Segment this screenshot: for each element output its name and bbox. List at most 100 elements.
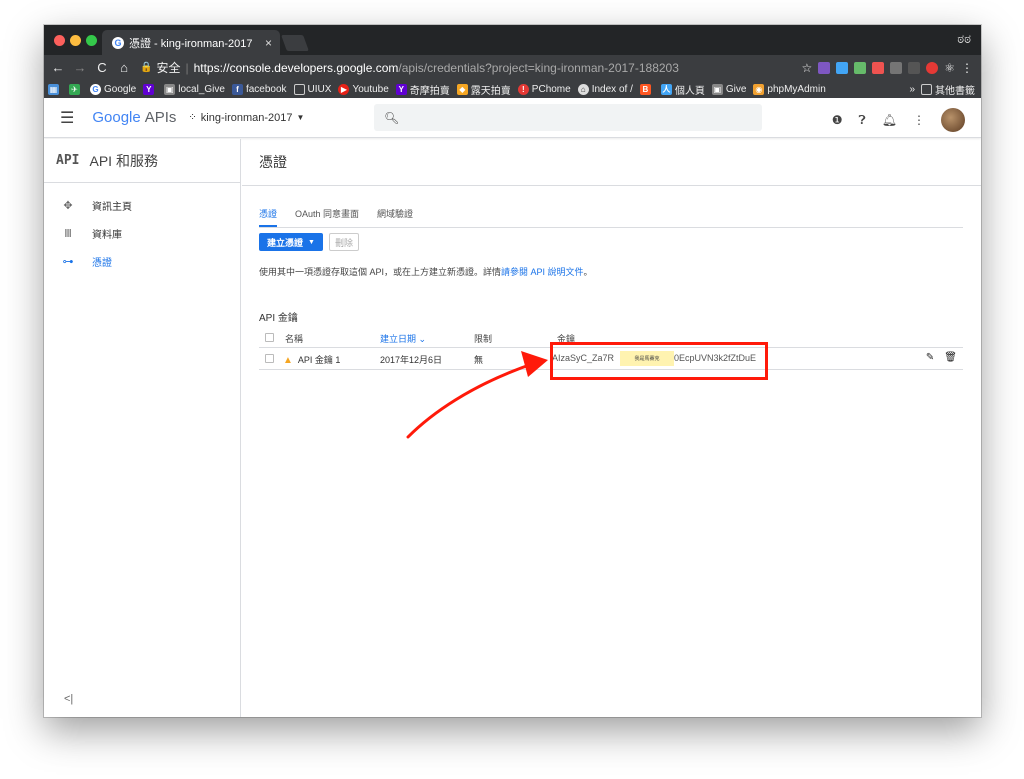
bookmarks-overflow[interactable]: » 其他書籤 [909,82,975,97]
bookmark-yahoo-icon[interactable]: Y [143,83,157,95]
google-logo-text: Google [92,109,141,126]
browser-menu-icon[interactable]: ⋮ [961,61,973,75]
tab-strip: G 憑證 - king-ironman-2017 × ಠಠ [44,25,981,55]
tab-credentials[interactable]: 憑證 [259,206,278,227]
notifications-icon[interactable]: 🔔︎ [882,113,897,127]
minimize-window-button[interactable] [70,35,81,46]
project-dots-icon: ⁘ [188,112,197,123]
sidebar: API API 和服務 ✥ 資訊主頁 Ⅲ 資料庫 ⊶ 憑證 <| [44,139,241,717]
sidebar-item-label: 憑證 [92,257,112,269]
action-bar: 建立憑證 ▼ 刪除 [259,233,359,251]
address-toolbar: ← → C ⌂ 🔒 安全 | https://console.developer… [44,55,981,80]
api-key-restriction: 無 [474,355,484,365]
api-keys-section-title: API 金鑰 [259,313,298,324]
google-favicon-icon: G [112,36,124,49]
bookmark-apps-icon[interactable]: ▦ [48,83,62,95]
search-input[interactable]: 🔍︎ [374,104,762,131]
sidebar-title-text: API 和服務 [89,152,158,169]
url-bar[interactable]: 🔒 安全 | https://console.developers.google… [140,59,679,76]
bookmark-facebook[interactable]: f facebook [231,83,287,95]
collapse-sidebar-icon[interactable]: <| [64,693,73,705]
extension-icon[interactable] [890,61,903,74]
bookmark-give[interactable]: ▣ Give [711,83,746,95]
row-checkbox[interactable] [265,354,274,363]
project-selector[interactable]: ⁘ king-ironman-2017 ▼ [188,112,304,124]
reload-icon[interactable]: C [94,60,110,75]
bookmark-profile[interactable]: 人個人頁 [660,82,705,97]
close-window-button[interactable] [54,35,65,46]
caret-down-icon: ▼ [308,238,315,246]
bookmark-local-give[interactable]: ▣ local_Give [164,83,225,95]
secure-label: 安全 [156,61,181,75]
sidebar-item-credentials[interactable]: ⊶ 憑證 [44,247,240,275]
tab-oauth-consent[interactable]: OAuth 同意畫面 [295,206,359,227]
extension-icon[interactable] [908,61,921,74]
incognito-icon: ಠಠ [957,31,971,46]
bookmark-maps-icon[interactable]: ✈ [69,83,83,95]
bookmark-youtube[interactable]: ▶ Youtube [338,83,389,95]
caret-down-icon: ▼ [296,113,305,122]
search-icon: 🔍︎ [384,110,400,125]
more-options-icon[interactable]: ⋮ [913,113,925,127]
edit-icon[interactable]: ✎ [926,352,934,363]
api-key-date: 2017年12月6日 [380,355,443,365]
extension-icon[interactable] [836,61,849,74]
project-name: king-ironman-2017 [200,111,293,124]
warning-icon: ▲ [283,355,293,366]
column-creation-date[interactable]: 建立日期 ⌄ [380,332,426,345]
credentials-description: 使用其中一項憑證存取這個 API，或在上方建立新憑證。詳情請參閱 API 說明文… [259,267,593,277]
sidebar-item-label: 資訊主頁 [92,201,132,213]
bookmark-google[interactable]: G Google [90,83,136,95]
forward-icon[interactable]: → [72,60,88,75]
avatar[interactable] [941,108,965,132]
api-logo-icon: API [56,153,80,168]
create-credentials-button[interactable]: 建立憑證 ▼ [259,233,323,251]
new-tab-button[interactable] [281,35,309,51]
help-icon[interactable]: ❓︎ [859,113,866,128]
react-extension-icon[interactable]: ⚛ [944,61,955,75]
api-key-name[interactable]: ▲ API 金鑰 1 [283,353,340,366]
maximize-window-button[interactable] [86,35,97,46]
extensions-area: ☆ ⚛ ⋮ [801,61,973,75]
console-header: ☰ Google APIs ⁘ king-ironman-2017 ▼ 🔍︎ ❶ … [44,98,981,138]
credentials-tabs: 憑證 OAuth 同意畫面 網域驗證 [259,206,963,228]
sidebar-title: API API 和服務 [44,139,240,183]
menu-icon[interactable]: ☰ [60,108,74,128]
api-docs-link[interactable]: 請參閱 API 說明文件 [501,267,584,277]
trash-icon[interactable]: 🗑︎ [944,352,957,363]
google-apis-logo[interactable]: Google APIs [92,109,176,126]
bookmark-yahoo-auction[interactable]: Y 奇摩拍賣 [395,82,450,97]
home-icon[interactable]: ⌂ [116,60,132,75]
close-tab-icon[interactable]: × [265,36,272,50]
extension-icon[interactable] [872,61,885,74]
extension-icon[interactable] [854,61,867,74]
sidebar-item-label: 資料庫 [92,229,122,241]
browser-tab[interactable]: G 憑證 - king-ironman-2017 × [102,30,280,55]
sidebar-item-library[interactable]: Ⅲ 資料庫 [44,219,240,247]
browser-window: G 憑證 - king-ironman-2017 × ಠಠ ← → C ⌂ 🔒 … [44,25,981,717]
select-all-checkbox[interactable] [265,333,274,342]
feedback-icon[interactable]: ❶ [832,113,843,127]
dashboard-icon: ✥ [63,199,73,212]
url-divider: | [185,60,189,75]
bookmark-ruten[interactable]: ◆ 露天拍賣 [456,82,511,97]
header-actions: ❶ ❓︎ 🔔︎ ⋮ [832,108,965,132]
column-restriction[interactable]: 限制 [474,332,492,345]
bookmark-uiux[interactable]: UIUX [293,83,331,95]
bookmark-star-icon[interactable]: ☆ [801,61,812,75]
delete-button[interactable]: 刪除 [328,233,359,251]
bookmark-pchome[interactable]: ! PChome [517,83,571,95]
back-icon[interactable]: ← [50,60,66,75]
bookmark-index-of[interactable]: ⌂ Index of / [577,83,633,95]
extension-icon[interactable] [818,61,831,74]
column-name[interactable]: 名稱 [285,332,303,345]
bookmark-phpmyadmin[interactable]: ◉ phpMyAdmin [753,83,826,95]
bookmark-blogger-icon[interactable]: B [639,83,654,95]
main-content: 憑證 憑證 OAuth 同意畫面 網域驗證 建立憑證 ▼ 刪除 使用其中一項憑證… [242,139,981,717]
tab-domain-verification[interactable]: 網域驗證 [377,206,413,227]
lock-icon: 🔒 [140,62,153,73]
extension-icon[interactable] [926,61,939,74]
bookmarks-bar: ▦ ✈ G Google Y ▣ local_Give f facebook UIUX… [44,80,981,98]
sidebar-item-dashboard[interactable]: ✥ 資訊主頁 [44,191,240,219]
url-host: https://console.developers.google.com [193,60,399,75]
